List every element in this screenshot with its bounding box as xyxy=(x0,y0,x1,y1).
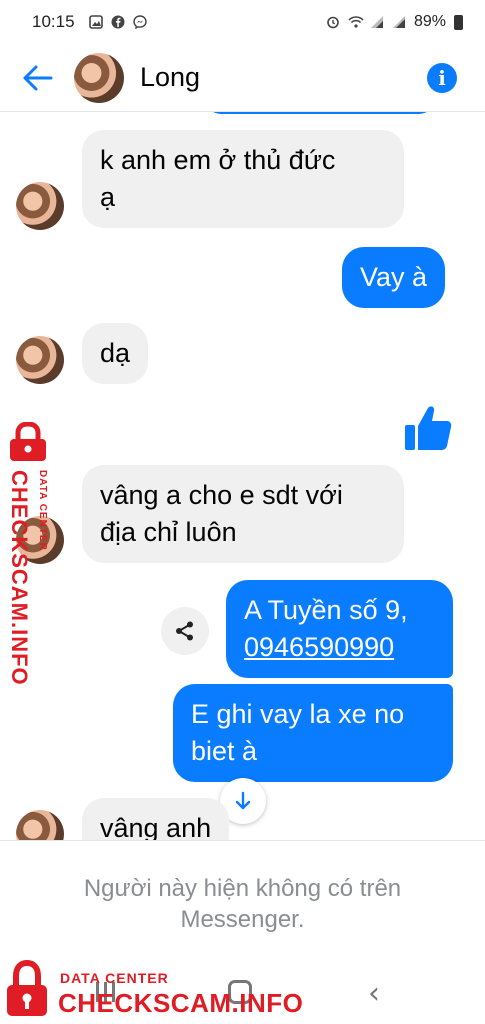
facebook-icon xyxy=(111,15,125,29)
sender-avatar[interactable] xyxy=(16,810,64,840)
message-text: địa chỉ luôn xyxy=(100,517,237,547)
info-icon: i xyxy=(438,65,446,90)
message-text: vâng anh xyxy=(100,813,212,840)
nav-back-button[interactable]: ‹ xyxy=(368,976,380,1011)
incoming-message[interactable]: k anh em ở thủ đức ạ xyxy=(82,130,404,228)
arrow-left-icon xyxy=(23,65,53,90)
lock-icon xyxy=(7,960,47,1016)
share-button[interactable] xyxy=(161,607,209,655)
message-text: dạ xyxy=(100,338,131,368)
message-text: k anh em ở thủ đức xyxy=(100,145,336,175)
previous-message-bubble xyxy=(205,112,435,114)
status-time: 10:15 xyxy=(32,12,75,31)
wifi-icon xyxy=(348,15,364,29)
watermark-bottom: DATA CENTER CHECKSCAM.INFO xyxy=(0,958,304,1024)
outgoing-message[interactable]: E ghi vay la xe no biet à xyxy=(173,684,453,782)
incoming-message[interactable]: vâng anh xyxy=(82,798,230,840)
phone-number-link[interactable]: 0946590990 xyxy=(244,629,435,666)
outgoing-message[interactable]: Vay à xyxy=(342,247,446,308)
incoming-message[interactable]: dạ xyxy=(82,323,149,384)
battery-icon xyxy=(454,14,463,30)
info-button[interactable]: i xyxy=(427,62,457,93)
conversation-header: Long i xyxy=(0,44,485,112)
watermark-subtext: DATA CENTER xyxy=(37,470,48,551)
signal-icon xyxy=(392,15,406,29)
message-text: vâng a cho e sdt với xyxy=(100,480,343,510)
sender-avatar[interactable] xyxy=(16,182,64,230)
status-left: 10:15 xyxy=(32,12,147,32)
lock-icon xyxy=(10,422,46,461)
unavailable-notice: Người này hiện không có trên Messenger. xyxy=(0,840,485,940)
message-text: A Tuyền số 9, xyxy=(244,595,408,625)
sender-avatar[interactable] xyxy=(16,336,64,384)
outgoing-message[interactable]: A Tuyền số 9, 0946590990 xyxy=(226,580,453,678)
gallery-icon xyxy=(88,15,103,29)
status-bar: 10:15 89% xyxy=(0,0,485,44)
message-text: E ghi vay la xe no xyxy=(191,699,405,729)
share-icon xyxy=(176,621,193,641)
arrow-down-icon xyxy=(235,791,251,810)
watermark-text: CHECKSCAM.INFO xyxy=(7,470,32,686)
message-list[interactable]: k anh em ở thủ đức ạ Vay à dạ vâng a cho… xyxy=(0,112,485,840)
status-right: 89% xyxy=(326,13,463,31)
message-text: ạ xyxy=(100,182,116,212)
incoming-message[interactable]: vâng a cho e sdt với địa chỉ luôn xyxy=(82,465,404,563)
notice-text: Người này hiện không có trên Messenger. xyxy=(83,875,402,933)
messenger-icon xyxy=(132,15,147,30)
message-text: Vay à xyxy=(360,262,428,292)
contact-avatar[interactable] xyxy=(74,52,124,103)
thumbs-up-icon[interactable] xyxy=(402,402,454,454)
back-button[interactable] xyxy=(18,58,58,98)
battery-percent: 89% xyxy=(413,13,446,30)
alarm-icon xyxy=(326,15,340,29)
watermark-subtext: DATA CENTER xyxy=(60,970,169,986)
contact-name[interactable]: Long xyxy=(140,62,427,93)
watermark-side: CHECKSCAM.INFO DATA CENTER xyxy=(2,422,56,686)
signal-icon xyxy=(370,15,384,29)
message-text: biet à xyxy=(191,736,258,766)
watermark-text: CHECKSCAM.INFO xyxy=(58,988,304,1018)
